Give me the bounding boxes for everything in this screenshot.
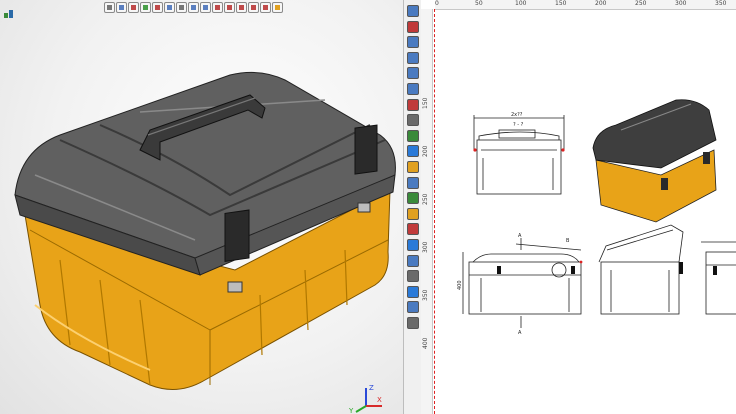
section-view[interactable]: [462, 238, 582, 328]
display-icon[interactable]: [407, 254, 419, 267]
grid-icon[interactable]: [407, 5, 419, 17]
3d-viewport[interactable]: Z X Y: [0, 0, 403, 414]
case-model[interactable]: [0, 0, 403, 414]
dim-side-label: 400: [457, 280, 463, 290]
detail-b-label: B: [566, 238, 570, 244]
properties-icon[interactable]: [407, 270, 419, 283]
plane-icon[interactable]: [407, 301, 419, 314]
axis-y-label: Y: [348, 407, 354, 414]
end-view[interactable]: [701, 241, 736, 315]
axis-triad: Z X Y: [348, 384, 382, 414]
side-view-open[interactable]: [598, 224, 684, 315]
axis-z-label: Z: [369, 384, 374, 392]
hidden-line-icon[interactable]: [407, 192, 419, 205]
section-a-top-label: A: [518, 233, 522, 239]
zoom-in-icon[interactable]: [407, 36, 419, 49]
drawing-views[interactable]: 2x?? ? - ? A A B 400: [421, 0, 736, 414]
layer-icon[interactable]: [407, 317, 419, 329]
light-icon[interactable]: [407, 223, 419, 236]
axis-x-label: X: [377, 396, 382, 404]
zoom-out-icon[interactable]: [407, 67, 419, 80]
vertical-toolbar: [403, 0, 423, 414]
render-icon[interactable]: [407, 207, 419, 220]
pan-icon[interactable]: [407, 114, 419, 127]
section-icon[interactable]: [407, 129, 419, 142]
drawing-sheet[interactable]: 0 50 100 150 200 250 300 350 150 200 250 300 350 400…: [421, 0, 736, 414]
orient-icon[interactable]: [407, 239, 419, 251]
cube-icon[interactable]: [407, 145, 419, 158]
zoom-fit-icon[interactable]: [407, 83, 419, 95]
camera-icon[interactable]: [407, 285, 419, 298]
wireframe-icon[interactable]: [407, 176, 419, 189]
shading-icon[interactable]: [407, 161, 419, 173]
rotate-icon[interactable]: [407, 98, 419, 111]
dim-top-label: 2x??: [511, 112, 523, 118]
zoom-window-icon[interactable]: [407, 51, 419, 64]
dim-top-sub-label: ? - ?: [513, 122, 524, 128]
section-a-bottom-label: A: [518, 330, 522, 336]
magnet-icon[interactable]: [407, 20, 419, 33]
isometric-view[interactable]: [592, 99, 717, 223]
